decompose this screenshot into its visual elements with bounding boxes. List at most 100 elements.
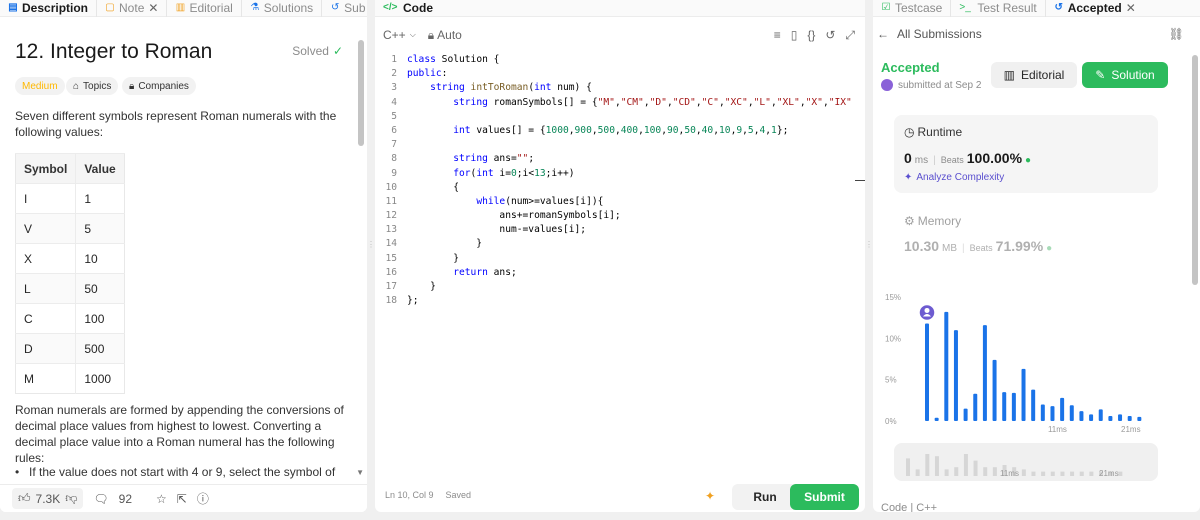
- scroll-down-icon[interactable]: ▼: [356, 468, 364, 477]
- format-icon[interactable]: ≡: [774, 28, 781, 42]
- comment-icon[interactable]: 🗨︎: [93, 492, 108, 506]
- memory-beats: 71.99%: [995, 238, 1044, 254]
- bar: [963, 408, 968, 421]
- reset-icon[interactable]: ↺: [825, 28, 835, 42]
- bar: [953, 330, 958, 421]
- bar: [1098, 409, 1103, 421]
- tab-description[interactable]: ▤ Description: [0, 0, 98, 17]
- table-row: M 1000: [15, 363, 125, 394]
- solution-label: Solution: [1111, 68, 1155, 82]
- runtime-range-selector[interactable]: 11ms 21ms: [894, 443, 1158, 481]
- code-line[interactable]: 4 string romanSymbols[] = {"M","CM","D",…: [375, 96, 853, 110]
- code-panel: </> Code C++ ⌵ 🔒︎ Auto ≡ ▯ {} ↺ ⤢ 1 class…: [375, 0, 865, 512]
- code-line[interactable]: 9 for(int i=0;i<13;i++): [375, 167, 853, 181]
- scrollbar[interactable]: [1192, 55, 1198, 285]
- code-line[interactable]: 18};: [375, 294, 853, 308]
- expand-icon[interactable]: ⤢: [845, 28, 855, 43]
- star-icon[interactable]: ☆: [156, 492, 167, 506]
- line-number: 18: [385, 295, 397, 307]
- close-icon[interactable]: ✕: [148, 1, 158, 15]
- code-line[interactable]: 17 }: [375, 280, 853, 294]
- runtime-value: 0: [904, 150, 912, 166]
- thumbs-down-icon[interactable]: 👎︎: [65, 491, 77, 506]
- link-icon[interactable]: ⛓︎: [1169, 27, 1184, 41]
- code-line[interactable]: 5: [375, 110, 853, 124]
- like-button[interactable]: 👍︎ 7.3K 👎︎: [12, 488, 84, 509]
- code-line[interactable]: 12 ans+=romanSymbols[i];: [375, 209, 853, 223]
- braces-icon[interactable]: {}: [807, 28, 815, 42]
- share-icon[interactable]: ⇱: [177, 492, 187, 506]
- close-icon[interactable]: ✕: [1126, 1, 1136, 15]
- run-button[interactable]: Run: [732, 484, 798, 510]
- bullet-text: If the value does not start with 4 or 9,…: [29, 465, 336, 479]
- tab-submissions[interactable]: ↺ Sub: [322, 0, 367, 17]
- tab-test-result[interactable]: >_ Test Result: [951, 0, 1046, 17]
- table-header: Symbol: [15, 153, 77, 184]
- runtime-unit: ms: [914, 155, 929, 166]
- table-cell: D: [15, 333, 77, 364]
- tab-label: Solutions: [263, 1, 314, 15]
- code-line[interactable]: 10 {: [375, 181, 853, 195]
- submit-button[interactable]: Submit: [790, 484, 859, 510]
- companies-button[interactable]: 🔒︎ Companies: [122, 77, 196, 95]
- rules-paragraph: Roman numerals are formed by appending t…: [15, 403, 344, 465]
- solution-button[interactable]: ✎ Solution: [1082, 62, 1168, 88]
- runtime-distribution-chart[interactable]: 15% 10% 5% 0% 11ms 21ms: [883, 285, 1173, 435]
- language-select[interactable]: C++: [383, 28, 406, 42]
- code-line[interactable]: 7: [375, 138, 853, 152]
- code-line[interactable]: 14 }: [375, 237, 853, 251]
- mini-chart-card[interactable]: 11ms 21ms: [894, 443, 1158, 481]
- code-text: return ans;: [453, 266, 517, 278]
- like-count: 7.3K: [35, 491, 61, 506]
- right-resize-handle[interactable]: ⋮: [865, 240, 873, 260]
- mini-bar: [1060, 471, 1065, 476]
- code-editor[interactable]: 1 class Solution {2 public: 3 string intToR…: [375, 53, 853, 308]
- bar: [973, 393, 978, 421]
- mini-bar: [1041, 471, 1046, 476]
- scrollbar[interactable]: [358, 40, 364, 146]
- tab-solutions[interactable]: ⚗ Solutions: [242, 0, 323, 17]
- back-link[interactable]: ← All Submissions: [877, 27, 982, 41]
- code-line[interactable]: 11 while(num>=values[i]){: [375, 195, 853, 209]
- tab-editorial[interactable]: ▥ Editorial: [167, 0, 242, 17]
- line-number: 9: [391, 167, 397, 179]
- tab-accepted[interactable]: ↺ Accepted ✕: [1046, 0, 1144, 17]
- code-line[interactable]: 16 return ans;: [375, 266, 853, 280]
- check-circle-icon: ✓: [332, 44, 343, 58]
- beats-label: Beats: [969, 243, 993, 253]
- tab-code[interactable]: </> Code: [375, 0, 441, 17]
- bookmark-icon[interactable]: ▯: [791, 28, 798, 42]
- editorial-button[interactable]: ▥ Editorial: [991, 62, 1077, 88]
- symbol-table: Symbol Value I1 V5 X 10 L 50 C 100 D 500 M 10…: [15, 153, 125, 394]
- code-text: string intToRoman(int num) {: [430, 82, 592, 94]
- lightbulb-icon[interactable]: ✦: [705, 489, 715, 503]
- accepted-status: Accepted: [881, 60, 940, 75]
- bar: [934, 417, 939, 421]
- code-line[interactable]: 15 }: [375, 252, 853, 266]
- code-line[interactable]: 6 int values[] = {1000,900,500,400,100,9…: [375, 124, 853, 138]
- runtime-card[interactable]: ◷ Runtime 0 ms | Beats 100.00% ● ✦ Analy…: [894, 115, 1158, 193]
- editor-toolbar: C++ ⌵ 🔒︎ Auto ≡ ▯ {} ↺ ⤢: [375, 26, 865, 44]
- left-resize-handle[interactable]: ⋮: [367, 240, 375, 260]
- tab-note[interactable]: ▢ Note ✕: [97, 0, 168, 17]
- mini-bar: [1021, 469, 1026, 476]
- code-text: class Solution {: [407, 54, 500, 65]
- tab-testcase[interactable]: ☑ Testcase: [873, 0, 952, 17]
- code-line[interactable]: 3 string intToRoman(int num) {: [375, 81, 853, 95]
- code-text: num-=values[i];: [407, 224, 587, 236]
- mini-bar: [992, 467, 997, 476]
- code-line[interactable]: 2 public:: [375, 67, 853, 81]
- code-line[interactable]: 8 string ans="";: [375, 152, 853, 166]
- y-tick-label: 15%: [885, 293, 901, 302]
- analyze-complexity-link[interactable]: ✦ Analyze Complexity: [904, 172, 1004, 183]
- help-icon[interactable]: ⓘ: [197, 490, 209, 507]
- code-text: }: [407, 281, 436, 292]
- memory-header[interactable]: ⚙︎ Memory: [904, 214, 961, 228]
- code-line[interactable]: 13 num-=values[i];: [375, 223, 853, 237]
- bullet-dot: •: [15, 465, 20, 479]
- topics-button[interactable]: ⌂ Topics: [66, 77, 119, 95]
- bar: [1040, 404, 1045, 421]
- mini-bar: [954, 467, 959, 476]
- code-line[interactable]: 1 class Solution {: [375, 53, 853, 67]
- difficulty-badge: Medium: [15, 77, 65, 95]
